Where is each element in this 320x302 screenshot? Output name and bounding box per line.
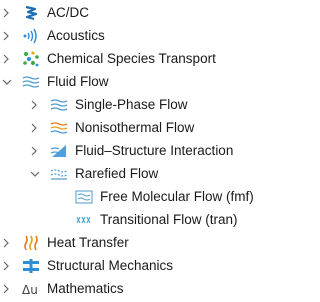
heat-transfer-icon [22, 235, 40, 251]
chevron-right-icon[interactable] [2, 31, 14, 41]
mathematics-icon: Δu [22, 281, 40, 297]
tree-item-mathematics[interactable]: Δu Mathematics [0, 277, 281, 301]
chevron-down-icon[interactable] [30, 170, 42, 178]
tree-item-acdc[interactable]: AC/DC [0, 1, 281, 25]
tree-item-transitional-flow[interactable]: Transitional Flow (tran) [0, 208, 281, 232]
tree-item-label: Free Molecular Flow (fmf) [100, 189, 254, 204]
tree-item-single-phase-flow[interactable]: Single-Phase Flow [0, 93, 281, 117]
chevron-right-icon[interactable] [2, 238, 14, 248]
physics-tree: AC/DC Acoustics Chemical Species Transpo… [0, 0, 281, 302]
tree-item-label: Transitional Flow (tran) [100, 212, 238, 227]
tree-item-label: Fluid Flow [47, 74, 109, 89]
tree-item-label: Mathematics [47, 281, 124, 296]
chevron-right-icon[interactable] [2, 284, 14, 294]
transitional-flow-icon [75, 212, 93, 228]
single-phase-flow-icon [50, 97, 68, 113]
acoustics-icon [22, 28, 40, 44]
tree-item-acoustics[interactable]: Acoustics [0, 24, 281, 48]
chevron-right-icon[interactable] [2, 54, 14, 64]
tree-item-fluid-flow[interactable]: Fluid Flow [0, 70, 281, 94]
acdc-icon [22, 5, 40, 21]
tree-item-heat-transfer[interactable]: Heat Transfer [0, 231, 281, 255]
chevron-right-icon[interactable] [30, 100, 42, 110]
fluid-flow-icon [22, 74, 40, 90]
free-molecular-flow-icon [75, 189, 93, 205]
tree-item-rarefied-flow[interactable]: Rarefied Flow [0, 162, 281, 186]
tree-item-label: Fluid–Structure Interaction [75, 143, 234, 158]
tree-item-label: Structural Mechanics [47, 258, 174, 273]
tree-item-label: Rarefied Flow [75, 166, 159, 181]
chevron-right-icon[interactable] [2, 261, 14, 271]
tree-item-label: Acoustics [47, 28, 105, 43]
tree-item-free-molecular-flow[interactable]: Free Molecular Flow (fmf) [0, 185, 281, 209]
structural-mechanics-icon [22, 258, 40, 274]
fsi-icon [50, 143, 68, 159]
tree-item-label: Nonisothermal Flow [75, 120, 195, 135]
tree-item-label: AC/DC [47, 5, 90, 20]
chemical-species-icon [22, 51, 40, 67]
svg-text:Δu: Δu [22, 283, 38, 297]
nonisothermal-flow-icon [50, 120, 68, 136]
chevron-right-icon[interactable] [30, 123, 42, 133]
tree-item-label: Chemical Species Transport [47, 51, 216, 66]
chevron-right-icon[interactable] [2, 8, 14, 18]
tree-item-label: Single-Phase Flow [75, 97, 188, 112]
tree-item-label: Heat Transfer [47, 235, 129, 250]
chevron-right-icon[interactable] [30, 146, 42, 156]
rarefied-flow-icon [50, 166, 68, 182]
tree-item-fluid-structure-interaction[interactable]: Fluid–Structure Interaction [0, 139, 281, 163]
tree-item-chemical-species-transport[interactable]: Chemical Species Transport [0, 47, 281, 71]
chevron-down-icon[interactable] [2, 78, 14, 86]
tree-item-nonisothermal-flow[interactable]: Nonisothermal Flow [0, 116, 281, 140]
tree-item-structural-mechanics[interactable]: Structural Mechanics [0, 254, 281, 278]
